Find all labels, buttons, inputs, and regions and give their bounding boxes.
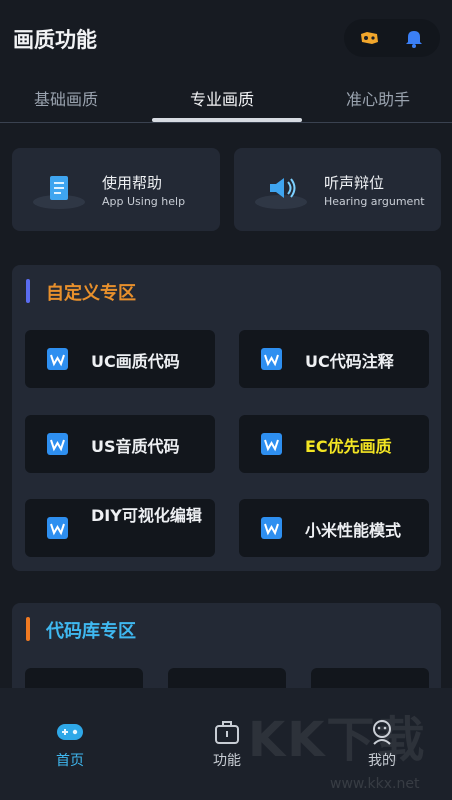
tile-label: UC画质代码: [91, 352, 180, 371]
section-title: 代码库专区: [46, 621, 136, 642]
file-w-icon: [47, 433, 68, 455]
nav-home[interactable]: 首页: [30, 718, 110, 770]
help-card-subtitle: App Using help: [102, 195, 186, 208]
gamepad-icon: [54, 718, 86, 746]
section-accent-bar: [26, 279, 30, 303]
game-controller-icon[interactable]: [358, 28, 380, 48]
tile-label: 小米性能模式: [305, 521, 402, 540]
help-card-subtitle: Hearing argument: [324, 195, 425, 208]
diy-visual-edit-tile[interactable]: DIY可视化编辑: [25, 499, 215, 557]
file-w-icon: [261, 433, 282, 455]
file-w-icon: [47, 348, 68, 370]
hearing-argument-card[interactable]: 听声辩位 Hearing argument: [234, 148, 441, 231]
tab-bar: 基础画质 专业画质 准心助手: [0, 74, 452, 123]
file-w-icon: [47, 517, 68, 539]
uc-code-annotation-tile[interactable]: UC代码注释: [239, 330, 429, 388]
page-title: 画质功能: [13, 28, 97, 52]
nav-label: 首页: [56, 753, 84, 769]
header-action-pill: [344, 19, 440, 57]
watermark-url: www.kkx.net: [330, 776, 420, 792]
tile-label: US音质代码: [91, 437, 180, 456]
app-header: 画质功能: [0, 0, 452, 74]
tile-label: DIY可视化编辑: [91, 506, 202, 525]
tab-basic-quality[interactable]: 基础画质: [34, 86, 98, 110]
help-card-title: 使用帮助: [102, 174, 163, 192]
toolbox-icon: [211, 718, 243, 746]
uc-quality-code-tile[interactable]: UC画质代码: [25, 330, 215, 388]
tile-label: EC优先画质: [305, 437, 392, 456]
xiaomi-performance-mode-tile[interactable]: 小米性能模式: [239, 499, 429, 557]
file-w-icon: [261, 517, 282, 539]
document-icon: [30, 170, 88, 210]
usage-help-card[interactable]: 使用帮助 App Using help: [12, 148, 220, 231]
tile-label: UC代码注释: [305, 352, 394, 371]
watermark: KK下载: [248, 712, 427, 768]
tab-crosshair-helper[interactable]: 准心助手: [346, 86, 410, 110]
file-w-icon: [261, 348, 282, 370]
help-card-title: 听声辩位: [324, 174, 385, 192]
tab-pro-quality[interactable]: 专业画质: [190, 86, 254, 110]
custom-zone-section: 自定义专区 UC画质代码 UC代码注释 US音质代码 EC优先画质 DIY可视化…: [12, 265, 441, 571]
us-audio-code-tile[interactable]: US音质代码: [25, 415, 215, 473]
ec-priority-quality-tile[interactable]: EC优先画质: [239, 415, 429, 473]
sound-icon: [252, 170, 310, 210]
section-title: 自定义专区: [46, 283, 136, 304]
active-tab-indicator: [152, 118, 302, 122]
bell-icon[interactable]: [402, 28, 424, 48]
section-accent-bar: [26, 617, 30, 641]
